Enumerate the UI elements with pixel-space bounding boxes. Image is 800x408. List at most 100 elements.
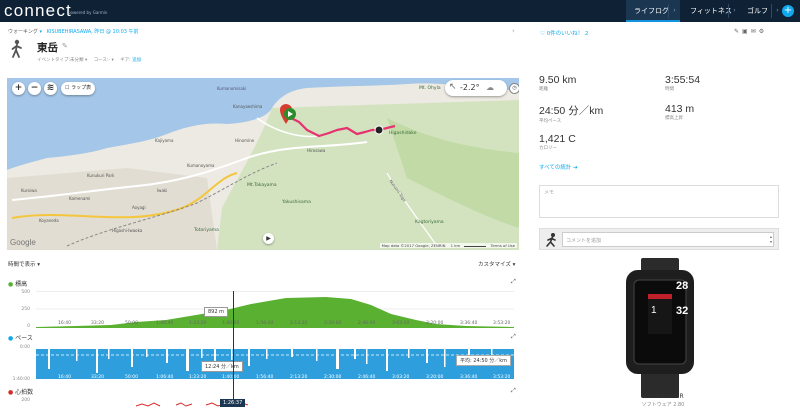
all-stats-label: すべての統計 [539,165,572,171]
elevation-xtick: 33:20 [91,321,104,326]
pace-xtick: 1:06:40 [156,375,174,380]
tab-lifelog[interactable]: ライフログ › [626,0,680,22]
pace-chart-title: ● ペース [8,333,33,342]
map-label: Higashi-Iwaoka [112,228,143,233]
map-label: Hirosawa [307,148,326,153]
pace-ytick: 0:00 [19,345,30,350]
pace-xtick: 1:40:00 [222,375,240,380]
elevation-xtick: 1:40:00 [222,321,240,326]
elevation-ytick: 500 [21,290,30,295]
end-marker[interactable] [374,125,384,135]
map-terms-link[interactable]: Terms of Use [491,243,515,248]
pace-xtick: 1:56:40 [256,375,274,380]
mail-icon[interactable]: ✉ [751,28,759,35]
play-button[interactable]: ▶ [263,233,274,244]
map-label: Kagtoriyama [415,220,444,225]
pace-tooltip: 12:24 分／km [201,361,243,372]
pace-xtick: 3:03:20 [392,375,410,380]
stat-distance: 9.50 km 距離 [539,74,576,92]
elevation-xtick: 50:00 [125,321,138,326]
pace-xtick: 3:20:00 [426,375,444,380]
settings-icon[interactable]: ⚙ [759,28,767,35]
elevation-xtick: 16:40 [58,321,71,326]
layers-icon[interactable]: ≋ [44,82,57,95]
all-stats-link[interactable]: すべての統計 ➔ [539,163,578,171]
tab-golf[interactable]: ゴルフ › [743,0,783,22]
pace-xtick: 2:30:00 [324,375,342,380]
map-label: Kumanoyama [187,163,215,168]
pace-average-label: 平均: 24:50 分／km [456,355,512,366]
course-select[interactable]: コース:- [94,58,110,63]
runner-icon [546,233,556,247]
map-label: Higashidake [389,131,417,136]
stat-elevation-gain: 413 m 標高上昇 [665,103,694,121]
tab-dropdown-icon[interactable]: › [728,4,740,18]
activity-type[interactable]: ウォーキング [8,29,38,35]
activity-map[interactable]: + − ≋ ☐ ラップ表 ↖ -2.2° ☁ ◷ Kumanomisaki Mt… [7,78,519,250]
comment-input[interactable]: コメントを追加 [562,232,774,247]
pace-xtick: 1:23:20 [189,375,207,380]
edit-title-icon[interactable]: ✎ [62,42,68,50]
connect-logo[interactable]: connect [4,1,72,21]
event-type-select[interactable]: イベントタイプ:未分類 [37,58,84,63]
hr-dot-icon: ● [8,389,14,396]
stat-calories: 1,421 C カロリー [539,133,576,151]
prev-activity-icon[interactable]: ‹ [512,27,515,35]
expand-pace-icon[interactable]: ⤢ [511,333,516,341]
time-view-select[interactable]: 時間で表示 ▾ [8,260,40,268]
expand-hr-icon[interactable]: ⤢ [511,387,516,395]
pace-xtick: 2:46:40 [358,375,376,380]
activity-title[interactable]: 東岳 [37,40,58,55]
active-tab-underline [626,20,680,22]
elevation-xtick: 1:56:40 [256,321,274,326]
chart-crosshair [233,291,234,407]
stat-label: カロリー [539,146,557,151]
like-link[interactable]: ♡ 0件のいいね！ 2 [540,29,588,37]
tab-fitness[interactable]: フィットネス › [684,0,740,22]
map-label: Kajiyama [155,138,174,143]
zoom-out-button[interactable]: − [28,82,41,95]
tab-dropdown-icon[interactable]: › [668,4,680,18]
expand-elevation-icon[interactable]: ⤢ [511,278,516,286]
like-count: 0件のいいね！ 2 [546,31,589,37]
elevation-xtick: 3:20:00 [426,321,444,326]
heart-icon: ♡ [540,31,545,37]
add-button[interactable]: + [782,5,794,17]
elevation-xtick: 3:36:40 [460,321,478,326]
notes-textarea[interactable]: メモ [539,185,779,218]
activity-breadcrumb: ウォーキング ▾ KISUBEHIRASAWA, 昨日 @ 10:03 午前 [8,28,139,35]
stat-avg-pace: 24:50 分／km 平均ペース [539,103,603,124]
weather-widget[interactable]: ↖ -2.2° ☁ [445,80,507,96]
zoom-in-button[interactable]: + [12,82,25,95]
device-screen-top: 1 [651,305,657,316]
activity-type-dropdown-icon[interactable]: ▾ [39,29,42,35]
stat-value: 413 m [665,103,695,115]
google-logo: Google [10,238,36,247]
pace-ytick: 1:40:00 [12,377,30,382]
map-label: Kuroiwa [21,188,37,193]
elevation-ytick: 250 [21,307,30,312]
time-icon[interactable]: ◷ [509,83,519,94]
gear-add-link[interactable]: 追加 [132,58,141,63]
tab-lifelog-label: ライフログ [634,7,669,15]
hr-chart[interactable] [36,398,514,407]
comment-resize-icon[interactable]: ▴ ▾ [770,234,772,244]
wind-icon: ↖ [449,82,457,92]
stat-value: 24:50 分／km [539,105,604,117]
activity-actions: ✎▣✉⚙ [734,28,767,35]
elevation-xtick: 1:06:40 [156,321,174,326]
customize-select[interactable]: カスタマイズ ▾ [478,260,515,268]
map-scale: 1 km [450,243,461,248]
edit-icon[interactable]: ✎ [734,28,742,35]
hr-time-tooltip: 1:26:37 [220,399,246,407]
map-label: Iwaki [157,188,168,193]
lock-icon[interactable]: ▣ [742,28,751,35]
temperature: -2.2° [460,83,480,92]
map-label: Kumanomisaki [217,86,247,91]
pace-xtick: 50:00 [125,375,138,380]
arrow-right-icon: ➔ [573,165,578,171]
map-label: Kanayaeshima [233,104,263,109]
lap-toggle[interactable]: ☐ ラップ表 [61,82,96,95]
elevation-xtick: 2:30:00 [324,321,342,326]
map-label: Totoriyama [194,228,219,233]
